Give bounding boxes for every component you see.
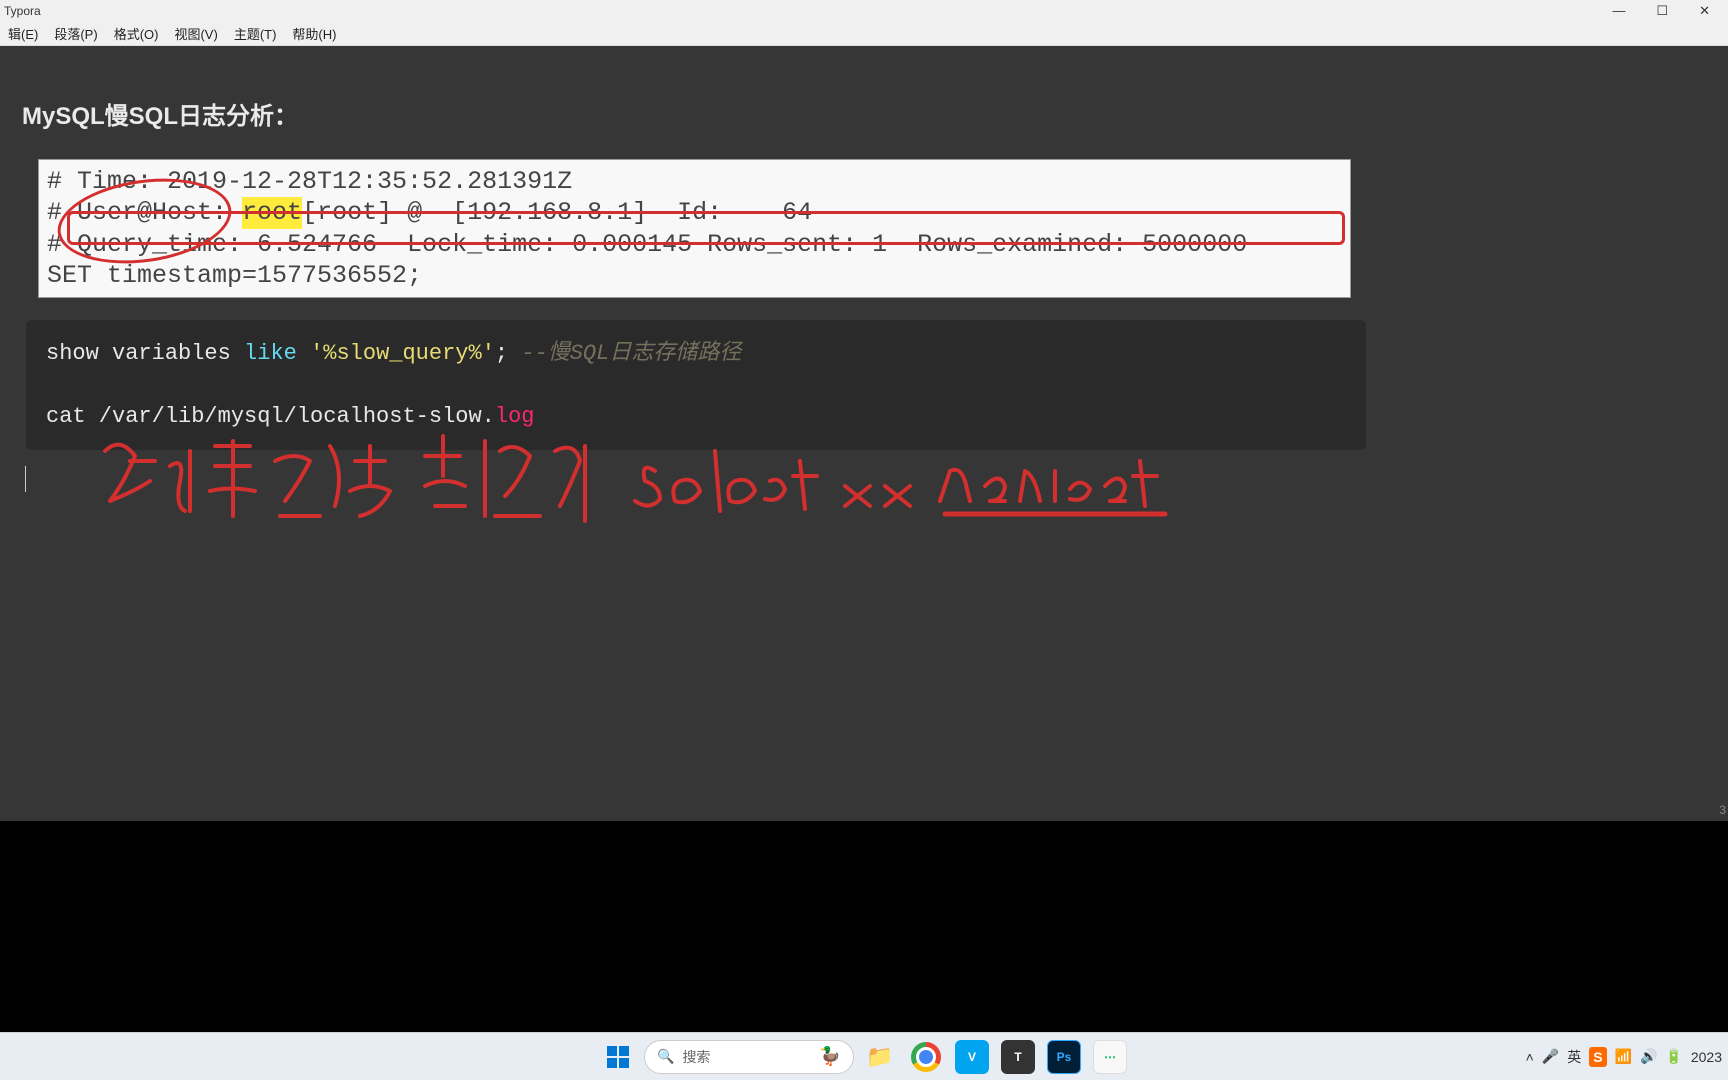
menu-edit[interactable]: 辑(E) xyxy=(0,24,46,43)
menu-view[interactable]: 视图(V) xyxy=(166,24,225,43)
menubar: 辑(E) 段落(P) 格式(O) 视图(V) 主题(T) 帮助(H) xyxy=(0,22,1728,46)
file-explorer-icon[interactable]: 📁 xyxy=(860,1037,900,1077)
network-icon[interactable]: 📶 xyxy=(1615,1048,1632,1065)
editor-area[interactable]: MySQL慢SQL日志分析： # Time: 2019-12-28T12:35:… xyxy=(0,46,1728,821)
taskbar-search[interactable]: 🔍 搜索 🦆 xyxy=(644,1040,854,1074)
taskbar: 🔍 搜索 🦆 📁 V T Ps ⋯ ˄ 🎤 英 S 📶 🔊 🔋 2023 xyxy=(0,1032,1728,1080)
menu-help[interactable]: 帮助(H) xyxy=(284,24,344,43)
word-count: 3 xyxy=(1719,803,1726,817)
photoshop-icon[interactable]: Ps xyxy=(1044,1037,1084,1077)
clock[interactable]: 2023 xyxy=(1691,1049,1722,1065)
ime-language[interactable]: 英 xyxy=(1567,1047,1581,1067)
menu-paragraph[interactable]: 段落(P) xyxy=(46,24,105,43)
window-title: Typora xyxy=(2,4,41,18)
search-art-icon: 🦆 xyxy=(819,1046,841,1067)
handwriting-overlay xyxy=(85,431,1185,571)
log-line-timestamp: SET timestamp=1577536552; xyxy=(47,260,1342,291)
microphone-icon[interactable]: 🎤 xyxy=(1542,1048,1559,1065)
volume-icon[interactable]: 🔊 xyxy=(1640,1048,1657,1065)
sogou-icon[interactable]: S xyxy=(1589,1047,1606,1067)
menu-format[interactable]: 格式(O) xyxy=(106,24,167,43)
log-line-querytime: # Query_time: 6.524766 Lock_time: 0.0001… xyxy=(47,229,1342,260)
search-icon: 🔍 xyxy=(657,1048,674,1065)
close-button[interactable]: ✕ xyxy=(1691,3,1718,19)
code-block[interactable]: show variables like '%slow_query%'; --慢S… xyxy=(26,320,1366,450)
minimize-button[interactable]: — xyxy=(1604,3,1633,19)
typora-icon[interactable]: T xyxy=(998,1037,1038,1077)
code-line-2: cat /var/lib/mysql/localhost-slow.log xyxy=(46,399,1346,434)
chrome-icon[interactable] xyxy=(906,1037,946,1077)
system-tray: ˄ 🎤 英 S 📶 🔊 🔋 2023 xyxy=(1526,1047,1722,1067)
code-line-1: show variables like '%slow_query%'; --慢S… xyxy=(46,336,1346,371)
wechat-icon[interactable]: ⋯ xyxy=(1090,1037,1130,1077)
search-placeholder: 搜索 xyxy=(682,1047,710,1067)
vpn-app-icon[interactable]: V xyxy=(952,1037,992,1077)
menu-theme[interactable]: 主题(T) xyxy=(226,24,285,43)
text-cursor xyxy=(25,466,26,492)
highlighted-root: root xyxy=(242,197,302,228)
page-title: MySQL慢SQL日志分析： xyxy=(22,96,1706,131)
window-titlebar: Typora — ☐ ✕ xyxy=(0,0,1728,22)
log-line-time: # Time: 2019-12-28T12:35:52.281391Z xyxy=(47,166,1342,197)
log-line-userhost: # User@Host: root[root] @ [192.168.8.1] … xyxy=(47,197,1342,228)
battery-icon[interactable]: 🔋 xyxy=(1665,1048,1682,1065)
maximize-button[interactable]: ☐ xyxy=(1648,3,1676,19)
start-button[interactable] xyxy=(598,1037,638,1077)
log-screenshot-block: # Time: 2019-12-28T12:35:52.281391Z # Us… xyxy=(38,159,1351,298)
tray-expand-icon[interactable]: ˄ xyxy=(1526,1049,1534,1065)
